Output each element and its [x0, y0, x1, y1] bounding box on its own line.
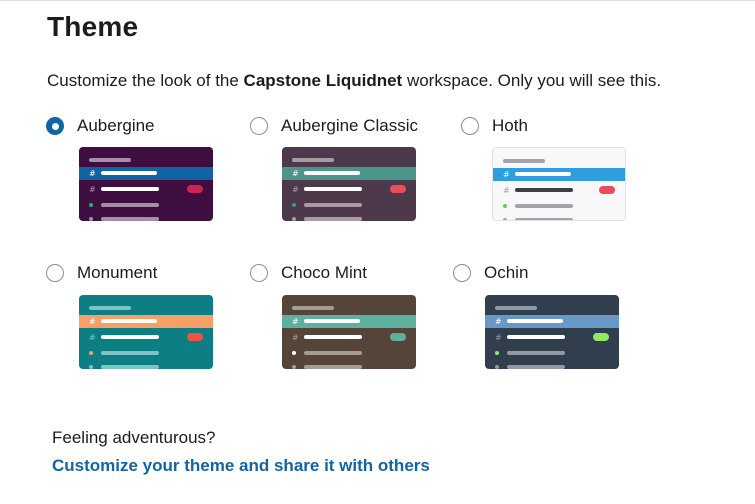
preview-hash-icon: #: [503, 186, 510, 195]
preview-header-bar: [89, 158, 131, 162]
theme-label: Aubergine: [77, 116, 155, 135]
preview-muted-bar: [507, 351, 565, 355]
theme-preview-ochin[interactable]: # #: [485, 295, 619, 369]
preview-muted-bar: [304, 351, 362, 355]
theme-radio[interactable]: [461, 117, 479, 135]
preview-muted-bar: [101, 351, 159, 355]
theme-label: Monument: [77, 263, 158, 282]
theme-option-aubergine[interactable]: Aubergine: [46, 114, 155, 138]
theme-preview-aubergine-classic[interactable]: # #: [282, 147, 416, 221]
preview-badge-pill: [599, 186, 615, 194]
preview-header-bar: [495, 306, 537, 310]
preview-header-bar: [89, 306, 131, 310]
theme-radio[interactable]: [250, 264, 268, 282]
customize-theme-link[interactable]: Customize your theme and share it with o…: [52, 456, 430, 476]
theme-label: Aubergine Classic: [281, 116, 419, 135]
preview-muted-bar: [304, 203, 362, 207]
theme-radio-row[interactable]: Hoth: [461, 114, 528, 138]
preview-muted-bar: [101, 203, 159, 207]
preview-badge-pill: [390, 333, 406, 341]
preview-presence-dot: [292, 351, 296, 355]
preview-hash-icon: #: [503, 170, 510, 179]
adventure-prompt: Feeling adventurous?: [52, 428, 216, 447]
preview-channel-bar: [304, 187, 362, 191]
preview-presence-dot: [495, 351, 499, 355]
theme-radio[interactable]: [46, 117, 64, 135]
preview-muted-bar: [507, 365, 565, 369]
preview-selected-bar: [101, 171, 157, 175]
theme-radio[interactable]: [46, 264, 64, 282]
theme-radio[interactable]: [250, 117, 268, 135]
theme-label: Ochin: [484, 263, 529, 282]
theme-radio-row[interactable]: Monument: [46, 261, 157, 285]
preview-header-bar: [292, 306, 334, 310]
theme-radio-row[interactable]: Ochin: [453, 261, 528, 285]
preview-selected-bar: [304, 319, 360, 323]
preview-header-bar: [503, 159, 545, 163]
preview-muted-bar: [101, 365, 159, 369]
preview-badge-pill: [390, 185, 406, 193]
page-subtitle: Customize the look of the Capstone Liqui…: [47, 71, 661, 91]
preview-muted-bar: [101, 217, 159, 221]
preview-hash-icon: #: [89, 317, 96, 326]
theme-radio-row[interactable]: Choco Mint: [250, 261, 367, 285]
preview-presence-dot: [292, 217, 296, 221]
theme-label: Choco Mint: [281, 263, 367, 282]
preview-header-bar: [292, 158, 334, 162]
theme-option-choco-mint[interactable]: Choco Mint: [250, 261, 367, 285]
preview-presence-dot: [503, 218, 507, 220]
preview-presence-dot: [292, 365, 296, 369]
preview-badge-pill: [187, 185, 203, 193]
top-divider: [0, 0, 755, 1]
preview-channel-bar: [101, 187, 159, 191]
theme-label: Hoth: [492, 116, 528, 135]
theme-preview-monument[interactable]: # #: [79, 295, 213, 369]
preview-presence-dot: [292, 203, 296, 207]
preview-hash-icon: #: [292, 169, 299, 178]
preview-muted-bar: [515, 204, 573, 208]
preview-hash-icon: #: [292, 333, 299, 342]
preview-channel-bar: [515, 188, 573, 192]
theme-radio-row[interactable]: Aubergine Classic: [250, 114, 418, 138]
preview-channel-bar: [101, 335, 159, 339]
preview-presence-dot: [495, 365, 499, 369]
preview-channel-bar: [507, 335, 565, 339]
preview-hash-icon: #: [292, 317, 299, 326]
preview-hash-icon: #: [292, 185, 299, 194]
preview-presence-dot: [89, 365, 93, 369]
preview-hash-icon: #: [495, 333, 502, 342]
preview-badge-pill: [187, 333, 203, 341]
preview-muted-bar: [304, 365, 362, 369]
subtitle-text-end: workspace. Only you will see this.: [402, 71, 662, 90]
theme-radio[interactable]: [453, 264, 471, 282]
preview-presence-dot: [89, 217, 93, 221]
theme-option-aubergine-classic[interactable]: Aubergine Classic: [250, 114, 418, 138]
theme-preview-choco-mint[interactable]: # #: [282, 295, 416, 369]
preview-muted-bar: [304, 217, 362, 221]
preview-channel-bar: [304, 335, 362, 339]
theme-option-hoth[interactable]: Hoth: [461, 114, 528, 138]
preview-badge-pill: [593, 333, 609, 341]
theme-preview-aubergine[interactable]: # #: [79, 147, 213, 221]
preview-muted-bar: [515, 218, 573, 220]
page-title: Theme: [47, 11, 139, 42]
preview-hash-icon: #: [89, 169, 96, 178]
theme-preview-hoth[interactable]: # #: [492, 147, 626, 221]
theme-radio-row[interactable]: Aubergine: [46, 114, 155, 138]
theme-option-ochin[interactable]: Ochin: [453, 261, 528, 285]
preview-hash-icon: #: [89, 185, 96, 194]
preview-selected-bar: [507, 319, 563, 323]
preview-presence-dot: [89, 203, 93, 207]
workspace-name: Capstone Liquidnet: [243, 71, 403, 90]
preview-presence-dot: [503, 204, 507, 208]
preview-presence-dot: [89, 351, 93, 355]
preview-selected-bar: [101, 319, 157, 323]
preview-hash-icon: #: [89, 333, 96, 342]
preview-hash-icon: #: [495, 317, 502, 326]
preview-selected-bar: [515, 172, 571, 176]
theme-option-monument[interactable]: Monument: [46, 261, 157, 285]
subtitle-text-start: Customize the look of the: [47, 71, 244, 90]
preview-selected-bar: [304, 171, 360, 175]
